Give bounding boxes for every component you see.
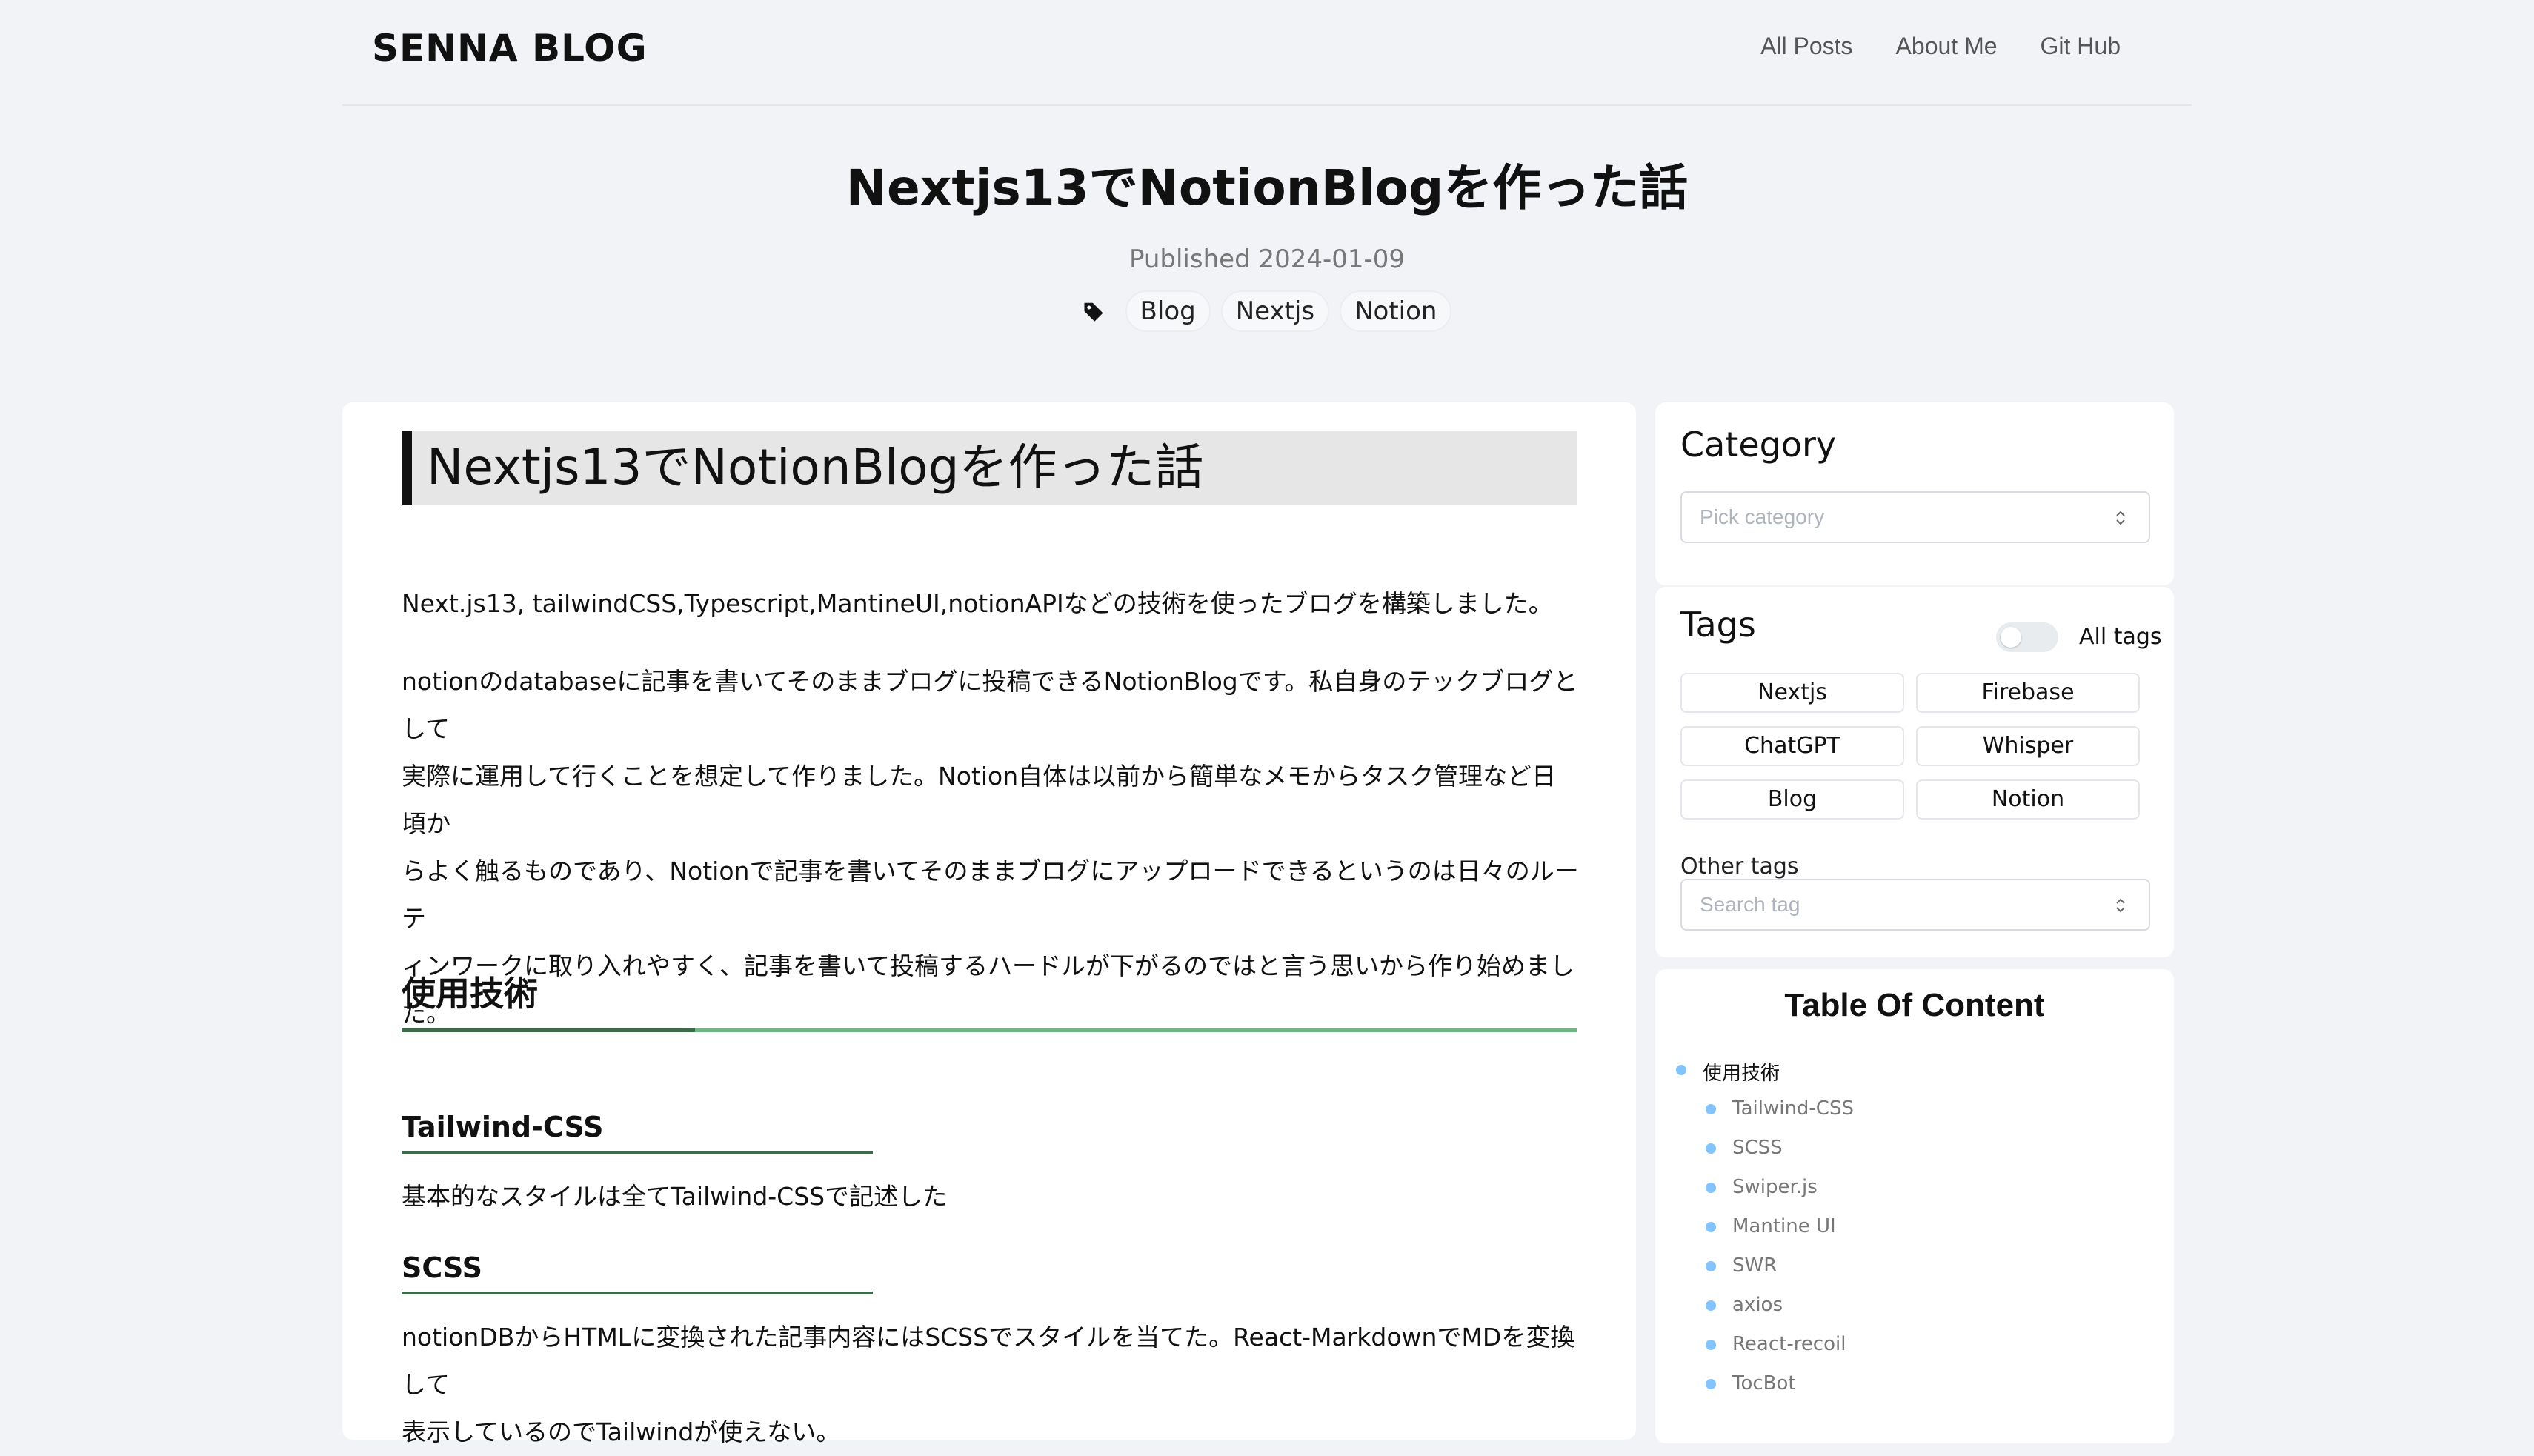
toc-title: Table Of Content: [1784, 987, 2045, 1023]
description-line: らよく触るものであり、Notionで記事を書いてそのままブログにアップロードでき…: [402, 857, 1579, 933]
subheading-underline: [402, 1151, 873, 1154]
subheading-underline: [402, 1292, 873, 1294]
category-card: Category Pick category: [1655, 402, 2174, 585]
chevron-updown-icon: [2116, 511, 2125, 525]
toc-item[interactable]: SCSS: [1706, 1137, 1783, 1159]
tag-button-notion[interactable]: Notion: [1916, 779, 2140, 820]
bullet-icon: [1706, 1222, 1716, 1232]
section-heading-tech: 使用技術: [402, 974, 538, 1014]
description-line: 実際に運用して行くことを想定して作りました。Notion自体は以前から簡単なメモ…: [402, 762, 1557, 838]
tag-button-blog[interactable]: Blog: [1680, 779, 1904, 820]
tag-search-placeholder: Search tag: [1700, 893, 1800, 916]
intro-paragraph: Next.js13, tailwindCSS,Typescript,Mantin…: [402, 589, 1553, 618]
subheading-tailwind: Tailwind-CSS: [402, 1111, 604, 1143]
all-tags-label: All tags: [2079, 624, 2162, 650]
description-paragraph: notionのdatabaseに記事を書いてそのままブログに投稿できるNotio…: [402, 658, 1580, 1037]
description-line: ィンワークに取り入れやすく、記事を書いて投稿するハードルが下がるのではと言う思い…: [402, 951, 1575, 980]
tag-button-chatgpt[interactable]: ChatGPT: [1680, 726, 1904, 766]
toc-item[interactable]: 使用技術: [1676, 1058, 1780, 1086]
bullet-icon: [1706, 1340, 1716, 1350]
chevron-updown-icon: [2116, 898, 2125, 913]
published-date: Published 2024-01-09: [1128, 245, 1406, 274]
other-tags-label: Other tags: [1680, 854, 1799, 880]
post-tag-notion[interactable]: Notion: [1340, 290, 1452, 332]
article-heading: Nextjs13でNotionBlogを作った話: [402, 431, 1577, 505]
tag-search-select[interactable]: Search tag: [1680, 879, 2150, 931]
scss-paragraph: notionDBからHTMLに変換された記事内容にはSCSSでスタイルを当てた。…: [402, 1314, 1580, 1456]
toc-item[interactable]: React-recoil: [1706, 1333, 1846, 1355]
scss-line: 表示しているのでTailwindが使えない。: [402, 1417, 841, 1446]
bullet-icon: [1676, 1065, 1686, 1075]
category-title: Category: [1680, 425, 1837, 465]
category-placeholder: Pick category: [1700, 505, 1825, 528]
nav-all-posts[interactable]: All Posts: [1760, 33, 1852, 60]
section-heading-underline: [402, 1028, 1577, 1032]
toc-item[interactable]: SWR: [1706, 1254, 1777, 1277]
post-tags: Blog Nextjs Notion: [0, 290, 2534, 332]
article-body: Nextjs13でNotionBlogを作った話 Next.js13, tail…: [342, 402, 1636, 1446]
bullet-icon: [1706, 1379, 1716, 1389]
tailwind-paragraph: 基本的なスタイルは全てTailwind-CSSで記述した: [402, 1182, 948, 1211]
site-logo[interactable]: SENNA BLOG: [372, 27, 648, 70]
nav-about-me[interactable]: About Me: [1896, 33, 1998, 60]
bullet-icon: [1706, 1143, 1716, 1154]
post-tag-blog[interactable]: Blog: [1125, 290, 1211, 332]
tags-card: Tags All tags Nextjs Firebase ChatGPT Wh…: [1655, 587, 2174, 957]
all-tags-toggle[interactable]: [1996, 622, 2058, 652]
category-select[interactable]: Pick category: [1680, 491, 2150, 543]
toc-item[interactable]: axios: [1706, 1294, 1783, 1316]
toc-card: Table Of Content 使用技術 Tailwind-CSS SCSS …: [1655, 969, 2174, 1443]
tag-button-nextjs[interactable]: Nextjs: [1680, 673, 1904, 713]
toc-item[interactable]: Mantine UI: [1706, 1215, 1836, 1237]
description-line: notionのdatabaseに記事を書いてそのままブログに投稿できるNotio…: [402, 667, 1578, 743]
toc-item[interactable]: TocBot: [1706, 1372, 1796, 1394]
post-title: Nextjs13でNotionBlogを作った話: [845, 159, 1689, 216]
bullet-icon: [1706, 1261, 1716, 1271]
top-nav: All Posts About Me Git Hub: [1760, 33, 2121, 60]
page: SENNA BLOG All Posts About Me Git Hub Ne…: [0, 0, 2534, 1446]
tag-button-firebase[interactable]: Firebase: [1916, 673, 2140, 713]
bullet-icon: [1706, 1104, 1716, 1114]
scss-line: notionDBからHTMLに変換された記事内容にはSCSSでスタイルを当てた。…: [402, 1323, 1575, 1399]
bullet-icon: [1706, 1183, 1716, 1193]
toc-item[interactable]: Swiper.js: [1706, 1176, 1818, 1198]
tags-title: Tags: [1680, 605, 1756, 645]
toc-item[interactable]: Tailwind-CSS: [1706, 1097, 1854, 1120]
post-tag-nextjs[interactable]: Nextjs: [1220, 290, 1330, 332]
tag-icon: [1084, 302, 1103, 322]
nav-git-hub[interactable]: Git Hub: [2041, 33, 2121, 60]
subheading-scss: SCSS: [402, 1251, 482, 1284]
site-header: SENNA BLOG All Posts About Me Git Hub: [342, 0, 2192, 106]
tag-button-whisper[interactable]: Whisper: [1916, 726, 2140, 766]
bullet-icon: [1706, 1300, 1716, 1311]
